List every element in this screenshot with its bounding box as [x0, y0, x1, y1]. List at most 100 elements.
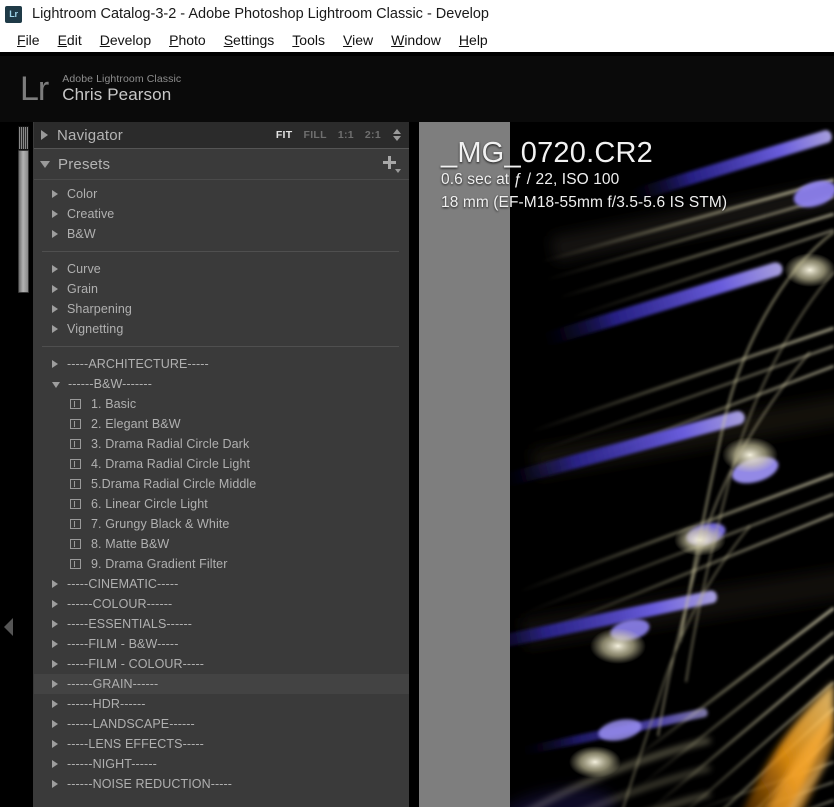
preset-item-4-drama-radial-circle-light[interactable]: 4. Drama Radial Circle Light	[34, 454, 409, 474]
menu-item-settings[interactable]: Settings	[215, 30, 284, 50]
preset-group-sharpening[interactable]: Sharpening	[34, 299, 409, 319]
preset-group-label: -----FILM - COLOUR-----	[67, 657, 204, 671]
disclosure-triangle-down-icon[interactable]	[52, 382, 60, 388]
navigator-title: Navigator	[57, 126, 123, 144]
preset-group-film-colour[interactable]: -----FILM - COLOUR-----	[34, 654, 409, 674]
panel-resize-grip[interactable]	[18, 126, 29, 150]
menu-item-edit[interactable]: Edit	[49, 30, 91, 50]
preset-item-1-basic[interactable]: 1. Basic	[34, 394, 409, 414]
preset-item-label: 5.Drama Radial Circle Middle	[91, 477, 257, 491]
preset-group-label: ------NIGHT------	[67, 757, 157, 771]
preset-item-label: 6. Linear Circle Light	[91, 497, 208, 511]
user-name: Chris Pearson	[62, 85, 172, 105]
app-icon: Lr	[5, 5, 22, 23]
menu-item-view[interactable]: View	[334, 30, 382, 50]
preset-item-9-drama-gradient-filter[interactable]: 9. Drama Gradient Filter	[34, 554, 409, 574]
scrollbar-thumb[interactable]	[18, 150, 29, 293]
preset-item-8-matte-b-w[interactable]: 8. Matte B&W	[34, 534, 409, 554]
preset-item-3-drama-radial-circle-dark[interactable]: 3. Drama Radial Circle Dark	[34, 434, 409, 454]
plus-icon-vertical	[388, 156, 391, 169]
preset-item-label: 4. Drama Radial Circle Light	[91, 457, 251, 471]
collapse-left-panel-arrow-icon[interactable]	[4, 618, 13, 636]
navigator-disclosure-triangle-icon[interactable]	[41, 130, 48, 140]
preset-group-label: Creative	[67, 207, 115, 221]
preset-swatch-icon	[70, 499, 81, 509]
disclosure-triangle-right-icon[interactable]	[52, 640, 58, 648]
preset-group-noise-reduction[interactable]: ------NOISE REDUCTION-----	[34, 774, 409, 794]
menu-item-tools[interactable]: Tools	[283, 30, 334, 50]
disclosure-triangle-right-icon[interactable]	[52, 210, 58, 218]
preset-group-creative[interactable]: Creative	[34, 204, 409, 224]
preset-group-vignetting[interactable]: Vignetting	[34, 319, 409, 339]
disclosure-triangle-right-icon[interactable]	[52, 325, 58, 333]
disclosure-triangle-right-icon[interactable]	[52, 780, 58, 788]
preset-group-lens-effects[interactable]: -----LENS EFFECTS-----	[34, 734, 409, 754]
disclosure-triangle-right-icon[interactable]	[52, 660, 58, 668]
panels-container: Navigator FIT FILL 1:1 2:1 Presets Color Cre…	[34, 122, 409, 807]
disclosure-triangle-right-icon[interactable]	[52, 190, 58, 198]
zoom-mode-fill[interactable]: FILL	[303, 129, 326, 141]
disclosure-triangle-right-icon[interactable]	[52, 620, 58, 628]
disclosure-triangle-right-icon[interactable]	[52, 720, 58, 728]
preset-group-grain[interactable]: ------GRAIN------	[34, 674, 409, 694]
preset-group-label: -----ESSENTIALS------	[67, 617, 193, 631]
preset-group-night[interactable]: ------NIGHT------	[34, 754, 409, 774]
left-panel-scrollbar[interactable]	[18, 150, 29, 750]
preset-group-hdr[interactable]: ------HDR------	[34, 694, 409, 714]
navigator-header[interactable]: Navigator FIT FILL 1:1 2:1	[34, 122, 409, 149]
disclosure-triangle-right-icon[interactable]	[52, 760, 58, 768]
presets-disclosure-triangle-icon[interactable]	[40, 160, 50, 168]
menu-item-window[interactable]: Window	[382, 30, 450, 50]
preset-group-label: -----ARCHITECTURE-----	[67, 357, 209, 371]
menu-item-develop[interactable]: Develop	[91, 30, 160, 50]
preset-group-architecture[interactable]: -----ARCHITECTURE-----	[34, 354, 409, 374]
presets-header[interactable]: Presets	[34, 149, 409, 180]
preset-group-cinematic[interactable]: -----CINEMATIC-----	[34, 574, 409, 594]
preset-item-6-linear-circle-light[interactable]: 6. Linear Circle Light	[34, 494, 409, 514]
disclosure-triangle-right-icon[interactable]	[52, 285, 58, 293]
disclosure-triangle-right-icon[interactable]	[52, 360, 58, 368]
disclosure-triangle-right-icon[interactable]	[52, 305, 58, 313]
preset-group-b-w[interactable]: B&W	[34, 224, 409, 244]
zoom-mode-2-1[interactable]: 2:1	[365, 129, 381, 141]
lightroom-logo-icon: Lr	[20, 70, 49, 108]
image-stage[interactable]: _MG_0720.CR2 0.6 sec at ƒ / 22, ISO 100 …	[419, 122, 834, 807]
preset-item-7-grungy-black-white[interactable]: 7. Grungy Black & White	[34, 514, 409, 534]
preset-item-5-drama-radial-circle-middle[interactable]: 5.Drama Radial Circle Middle	[34, 474, 409, 494]
identity-plate[interactable]: Lr Adobe Lightroom Classic Chris Pearson	[0, 56, 834, 122]
preset-group-label: Grain	[67, 282, 99, 296]
menu-item-photo[interactable]: Photo	[160, 30, 215, 50]
preset-group-essentials[interactable]: -----ESSENTIALS------	[34, 614, 409, 634]
preset-group-curve[interactable]: Curve	[34, 259, 409, 279]
preset-group-grain[interactable]: Grain	[34, 279, 409, 299]
zoom-stepper-icon[interactable]	[393, 129, 401, 141]
window-title: Lightroom Catalog-3-2 - Adobe Photoshop …	[32, 6, 489, 22]
disclosure-triangle-right-icon[interactable]	[52, 600, 58, 608]
preset-group-label: Sharpening	[67, 302, 132, 316]
zoom-mode-1-1[interactable]: 1:1	[338, 129, 354, 141]
product-name: Adobe Lightroom Classic	[62, 73, 182, 86]
preset-group-colour[interactable]: ------COLOUR------	[34, 594, 409, 614]
disclosure-triangle-right-icon[interactable]	[52, 580, 58, 588]
preset-group-b-w[interactable]: ------B&W-------	[34, 374, 409, 394]
preset-item-label: 2. Elegant B&W	[91, 417, 181, 431]
preset-swatch-icon	[70, 459, 81, 469]
menu-bar: File Edit Develop Photo Settings Tools View Win…	[0, 28, 834, 54]
preset-group-color[interactable]: Color	[34, 184, 409, 204]
preset-item-2-elegant-b-w[interactable]: 2. Elegant B&W	[34, 414, 409, 434]
disclosure-triangle-right-icon[interactable]	[52, 700, 58, 708]
preset-group-label: ------LANDSCAPE------	[67, 717, 195, 731]
photo-preview[interactable]	[510, 122, 834, 807]
disclosure-triangle-right-icon[interactable]	[52, 680, 58, 688]
zoom-mode-fit[interactable]: FIT	[276, 129, 293, 141]
disclosure-triangle-right-icon[interactable]	[52, 265, 58, 273]
menu-item-file[interactable]: File	[8, 30, 49, 50]
preset-group-label: ------B&W-------	[68, 377, 152, 391]
preset-group-landscape[interactable]: ------LANDSCAPE------	[34, 714, 409, 734]
add-preset-button[interactable]	[381, 155, 401, 173]
left-panel-column: Navigator FIT FILL 1:1 2:1 Presets Color Cre…	[0, 122, 419, 807]
menu-item-help[interactable]: Help	[450, 30, 497, 50]
disclosure-triangle-right-icon[interactable]	[52, 740, 58, 748]
disclosure-triangle-right-icon[interactable]	[52, 230, 58, 238]
preset-group-film-b-w[interactable]: -----FILM - B&W-----	[34, 634, 409, 654]
